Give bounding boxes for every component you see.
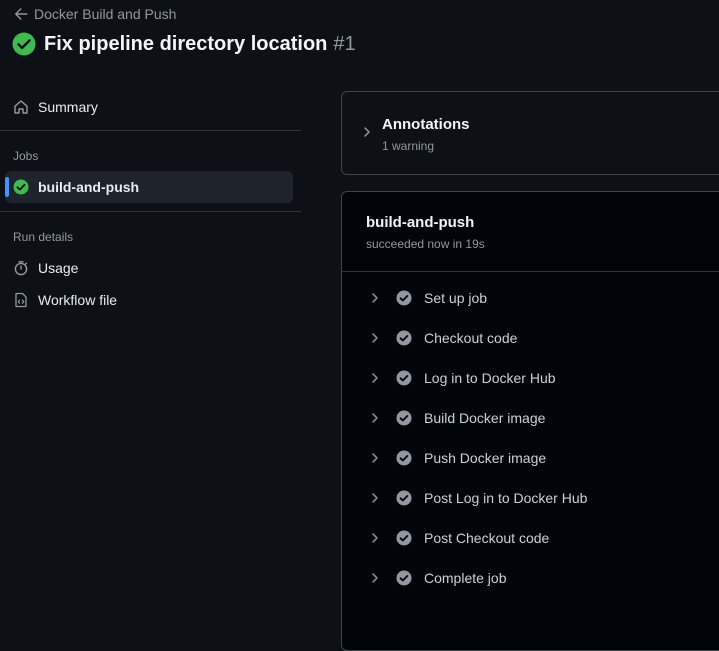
annotations-title: Annotations xyxy=(382,116,470,133)
sidebar-item-label: Workflow file xyxy=(38,292,118,308)
step-row[interactable]: Set up job xyxy=(368,284,719,312)
step-label: Post Checkout code xyxy=(424,530,550,546)
check-circle-icon xyxy=(396,290,412,306)
sidebar-item-label: build-and-push xyxy=(38,179,140,195)
chevron-right-icon xyxy=(368,532,382,544)
arrow-left-icon xyxy=(14,7,28,21)
step-row[interactable]: Log in to Docker Hub xyxy=(368,364,719,392)
run-title: Fix pipeline directory location #1 xyxy=(12,32,356,56)
back-link[interactable]: Docker Build and Push xyxy=(14,6,176,22)
active-indicator xyxy=(5,177,9,197)
job-title: build-and-push xyxy=(366,214,475,231)
jobs-heading: Jobs xyxy=(13,149,39,163)
check-circle-icon xyxy=(396,370,412,386)
chevron-right-icon xyxy=(362,126,372,138)
sidebar-item-label: Summary xyxy=(38,99,98,115)
chevron-right-icon xyxy=(368,332,382,344)
sidebar-item-build-and-push[interactable]: build-and-push xyxy=(5,171,293,203)
step-row[interactable]: Checkout code xyxy=(368,324,719,352)
step-row[interactable]: Post Log in to Docker Hub xyxy=(368,484,719,512)
check-circle-icon xyxy=(396,530,412,546)
sidebar-item-workflow-file[interactable]: Workflow file xyxy=(5,284,293,316)
page-title: Fix pipeline directory location xyxy=(44,32,328,55)
step-row[interactable]: Complete job xyxy=(368,564,719,592)
chevron-right-icon xyxy=(368,292,382,304)
check-circle-icon xyxy=(396,410,412,426)
step-label: Log in to Docker Hub xyxy=(424,370,556,386)
run-details-heading: Run details xyxy=(13,230,74,244)
chevron-right-icon xyxy=(368,412,382,424)
annotations-card[interactable]: Annotations 1 warning xyxy=(341,91,719,175)
annotations-subtitle: 1 warning xyxy=(382,139,435,153)
check-circle-icon xyxy=(396,490,412,506)
chevron-right-icon xyxy=(368,452,382,464)
step-label: Post Log in to Docker Hub xyxy=(424,490,588,506)
file-code-icon xyxy=(13,292,29,308)
sidebar-item-label: Usage xyxy=(38,260,79,276)
check-circle-icon xyxy=(396,330,412,346)
check-circle-icon xyxy=(396,450,412,466)
step-label: Checkout code xyxy=(424,330,518,346)
check-circle-fill-icon xyxy=(13,179,29,195)
job-status: succeeded now in 19s xyxy=(366,237,485,251)
check-circle-fill-icon xyxy=(12,32,36,56)
job-divider xyxy=(342,271,719,272)
run-number: #1 xyxy=(333,32,356,55)
step-label: Set up job xyxy=(424,290,488,306)
check-circle-icon xyxy=(396,570,412,586)
step-row[interactable]: Post Checkout code xyxy=(368,524,719,552)
sidebar-divider xyxy=(0,211,301,212)
step-label: Build Docker image xyxy=(424,410,546,426)
sidebar-divider xyxy=(0,130,301,131)
stopwatch-icon xyxy=(13,260,29,276)
step-row[interactable]: Push Docker image xyxy=(368,444,719,472)
sidebar-item-usage[interactable]: Usage xyxy=(5,252,293,284)
step-label: Complete job xyxy=(424,570,507,586)
home-icon xyxy=(13,99,29,115)
job-panel: build-and-push succeeded now in 19s Set … xyxy=(341,191,719,651)
sidebar-item-summary[interactable]: Summary xyxy=(5,91,293,123)
chevron-right-icon xyxy=(368,492,382,504)
chevron-right-icon xyxy=(368,572,382,584)
back-link-label: Docker Build and Push xyxy=(34,6,177,22)
chevron-right-icon xyxy=(368,372,382,384)
step-label: Push Docker image xyxy=(424,450,547,466)
step-row[interactable]: Build Docker image xyxy=(368,404,719,432)
